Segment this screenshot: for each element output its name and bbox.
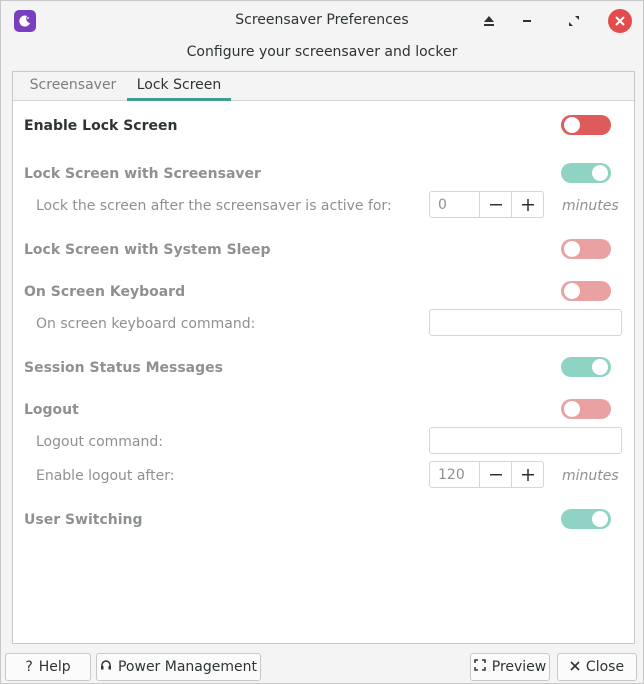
- logout-label: Logout: [24, 402, 79, 418]
- session-status-switch[interactable]: [561, 357, 611, 377]
- preview-button-label: Preview: [491, 659, 547, 675]
- logout-command-label: Logout command:: [36, 434, 163, 450]
- switch-knob: [592, 165, 608, 181]
- logout-after-spinner[interactable]: 120: [429, 461, 544, 488]
- tab-lock-screen[interactable]: Lock Screen: [127, 72, 231, 101]
- logout-command-input[interactable]: [429, 427, 622, 454]
- x-icon: [570, 659, 580, 675]
- user-switching-switch[interactable]: [561, 509, 611, 529]
- switch-knob: [592, 359, 608, 375]
- window-subtitle: Configure your screensaver and locker: [186, 44, 458, 60]
- question-icon: ?: [25, 659, 33, 675]
- help-button-label: Help: [38, 659, 71, 675]
- preferences-window: Screensaver Preferences Configure your s…: [0, 0, 644, 684]
- close-button[interactable]: Close: [557, 653, 637, 681]
- minimize-icon[interactable]: [515, 9, 539, 33]
- title-bar: Screensaver Preferences: [1, 1, 643, 41]
- enable-lock-switch[interactable]: [561, 115, 611, 135]
- lock-with-screensaver-label: Lock Screen with Screensaver: [24, 166, 261, 182]
- plus-icon[interactable]: [511, 462, 543, 487]
- close-icon[interactable]: [608, 9, 632, 33]
- lock-with-screensaver-switch[interactable]: [561, 163, 611, 183]
- notebook: Screensaver Lock Screen Enable Lock Scre…: [12, 71, 635, 644]
- close-button-label: Close: [585, 659, 625, 675]
- lock-delay-spinner[interactable]: 0: [429, 191, 544, 218]
- user-switching-label: User Switching: [24, 512, 143, 528]
- logout-switch[interactable]: [561, 399, 611, 419]
- switch-knob: [564, 117, 580, 133]
- osk-command-input[interactable]: [429, 309, 622, 336]
- plus-icon[interactable]: [511, 192, 543, 217]
- logout-after-value[interactable]: 120: [438, 467, 465, 483]
- lock-delay-value[interactable]: 0: [438, 197, 447, 213]
- power-management-button[interactable]: Power Management: [96, 653, 261, 681]
- osk-switch[interactable]: [561, 281, 611, 301]
- lock-delay-units: minutes: [562, 198, 619, 214]
- osk-command-label: On screen keyboard command:: [36, 316, 256, 332]
- lock-with-sleep-switch[interactable]: [561, 239, 611, 259]
- lock-with-sleep-label: Lock Screen with System Sleep: [24, 242, 271, 258]
- osk-label: On Screen Keyboard: [24, 284, 186, 300]
- minus-icon[interactable]: [479, 462, 511, 487]
- preview-button[interactable]: Preview: [470, 653, 550, 681]
- help-button[interactable]: ? Help: [5, 653, 91, 681]
- session-status-label: Session Status Messages: [24, 360, 223, 376]
- lock-delay-label: Lock the screen after the screensaver is…: [36, 198, 392, 214]
- logout-after-label: Enable logout after:: [36, 468, 175, 484]
- switch-knob: [564, 283, 580, 299]
- switch-knob: [564, 241, 580, 257]
- fullscreen-icon: [474, 659, 486, 675]
- tab-screensaver[interactable]: Screensaver: [23, 72, 123, 101]
- eject-icon[interactable]: [477, 9, 501, 33]
- power-management-button-label: Power Management: [117, 659, 257, 675]
- logout-after-units: minutes: [562, 468, 619, 484]
- headphones-icon: [100, 659, 112, 675]
- switch-knob: [564, 401, 580, 417]
- restore-icon[interactable]: [562, 9, 586, 33]
- tab-bar: Screensaver Lock Screen: [13, 72, 634, 101]
- window-title: Screensaver Preferences: [235, 12, 409, 28]
- enable-lock-label: Enable Lock Screen: [24, 118, 178, 134]
- switch-knob: [592, 511, 608, 527]
- minus-icon[interactable]: [479, 192, 511, 217]
